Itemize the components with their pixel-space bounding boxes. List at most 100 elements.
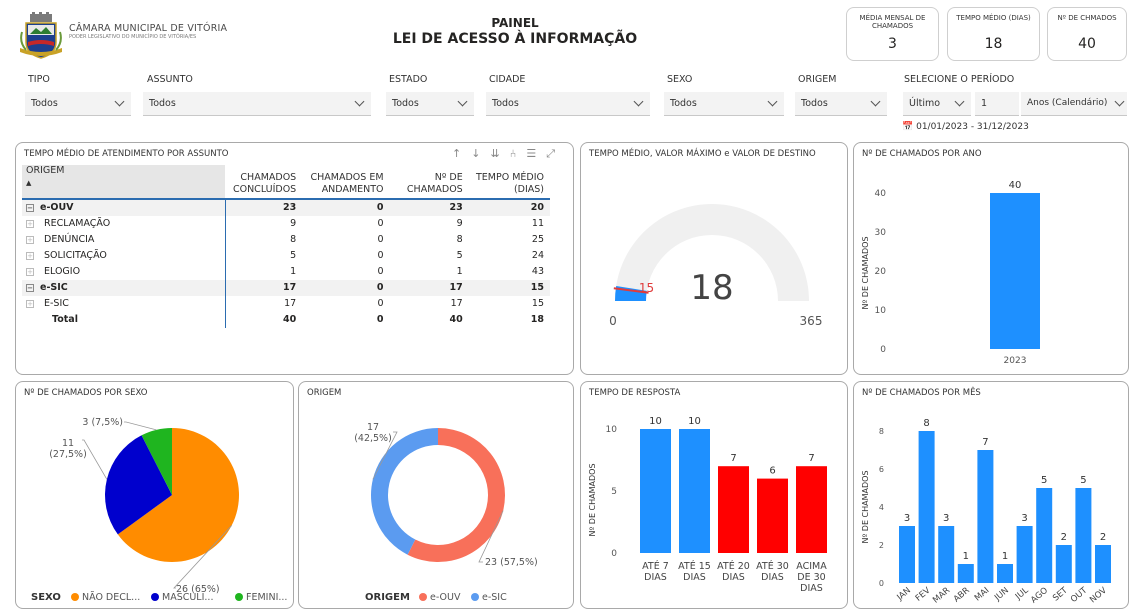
expand-icon[interactable]: + [26, 235, 34, 244]
expand-icon[interactable]: + [26, 299, 34, 308]
collapse-icon[interactable]: − [26, 283, 34, 292]
table-header-row: ORIGEM ▲ CHAMADOS CONCLUÍDOS CHAMADOS EM … [22, 165, 550, 199]
table-cell: 0 [377, 234, 384, 245]
kpi-card-tempo-medio: TEMPO MÉDIO (DIAS) 18 [947, 7, 1040, 61]
bar [640, 429, 671, 553]
filter-select-assunto[interactable]: Todos [143, 92, 371, 116]
x-tick-label: ABR [952, 586, 972, 605]
filter-select-tipo[interactable]: Todos [25, 92, 131, 116]
x-tick-label: ATÉ 30 [756, 560, 789, 572]
period-relative-select[interactable]: Último [903, 92, 971, 116]
table-cell: 43 [531, 266, 544, 277]
bar [899, 526, 915, 583]
y-tick-label: 10 [875, 306, 887, 316]
table-cell: 0 [377, 298, 384, 309]
bar [1095, 545, 1111, 583]
period-unit-select[interactable]: Anos (Calendário) [1021, 92, 1127, 116]
x-tick-label: NOV [1088, 586, 1109, 606]
filter-icon[interactable]: ☰ [526, 147, 546, 160]
sexo-chart-title: Nº DE CHAMADOS POR SEXO [24, 388, 148, 398]
x-tick-label: DIAS [683, 572, 706, 583]
sexo-pie-chart: 26 (65%)11(27,5%)3 (7,5%)SEXO NÃO DECL...… [31, 417, 287, 603]
kpi-label: MÉDIA MENSAL DE CHAMADOS [859, 14, 926, 30]
legend-item: e-OUV [430, 592, 461, 603]
bar [918, 431, 935, 583]
row-label: Total [52, 314, 78, 325]
period-count-input[interactable]: 1 [975, 92, 1019, 116]
column-header[interactable]: CHAMADOS EM ANDAMENTO [302, 165, 389, 199]
x-tick-label: DIAS [722, 572, 745, 583]
column-header[interactable]: Nº DE CHAMADOS [390, 165, 469, 199]
filter-select-origem[interactable]: Todos [795, 92, 887, 116]
bar-value-label: 10 [649, 416, 662, 427]
y-tick-label: 0 [880, 345, 886, 355]
filter-select-cidade[interactable]: Todos [486, 92, 650, 116]
row-label-cell: + DENÚNCIA [22, 232, 226, 248]
focus-mode-icon[interactable]: ⤢ [546, 147, 565, 160]
table-cell: 0 [376, 314, 384, 325]
chevron-down-icon [954, 96, 965, 107]
gauge-target-label: 15 [639, 281, 654, 295]
filter-label-assunto: ASSUNTO [147, 74, 193, 85]
column-header[interactable]: TEMPO MÉDIO (DIAS) [469, 165, 550, 199]
table-cell: 1 [456, 266, 463, 277]
table-cell: 23 [225, 199, 303, 216]
slice-label: 23 (57,5%) [485, 557, 538, 568]
x-tick-label: JUN [992, 586, 1011, 604]
expand-all-icon[interactable]: ⇊ [490, 147, 509, 160]
row-label-cell: Total [22, 312, 226, 328]
table-row: − e-SIC 17 0 17 15 [22, 280, 550, 296]
column-header[interactable]: CHAMADOS CONCLUÍDOS [225, 165, 302, 199]
row-label: DENÚNCIA [44, 234, 95, 245]
y-tick-label: 30 [875, 228, 887, 238]
bar-value-label: 7 [982, 437, 988, 448]
visual-toolbar: ↑↓⇊⑃☰⤢ [452, 147, 565, 161]
table-cell: 24 [531, 250, 544, 261]
legend-title: SEXO [31, 592, 61, 603]
bar-value-label: 3 [1021, 513, 1027, 524]
bar [679, 429, 710, 553]
expand-icon[interactable]: + [26, 219, 34, 228]
expand-icon[interactable]: + [26, 251, 34, 260]
table-cell: 11 [531, 218, 544, 229]
row-label: E-SIC [44, 298, 69, 309]
filter-select-estado[interactable]: Todos [386, 92, 474, 116]
sort-up-icon[interactable]: ↑ [452, 147, 471, 160]
bar-value-label: 7 [808, 453, 814, 464]
filter-label-tipo: TIPO [28, 74, 50, 85]
table-cell: 17 [225, 280, 303, 296]
table-cell: 23 [389, 199, 469, 216]
table-cell: 17 [450, 298, 463, 309]
slice-label: 17 [367, 422, 379, 433]
bar-value-label: 1 [963, 551, 969, 562]
table-cell: 5 [290, 250, 297, 261]
sexo-chart-panel: Nº DE CHAMADOS POR SEXO 26 (65%) 11 (27,5%… [15, 381, 294, 609]
chevron-down-icon [1114, 96, 1125, 107]
x-tick-label: 2023 [1004, 356, 1027, 366]
date-range-text: 01/01/2023 - 31/12/2023 [916, 122, 1029, 132]
table-cell: 15 [468, 280, 550, 296]
slice-label: (27,5%) [49, 449, 87, 460]
filter-select-sexo[interactable]: Todos [664, 92, 784, 116]
x-tick-label: ACIMA [796, 561, 827, 572]
kpi-value: 40 [1078, 36, 1096, 52]
table-cell: 0 [377, 218, 384, 229]
data-table: ORIGEM ▲ CHAMADOS CONCLUÍDOS CHAMADOS EM … [22, 165, 550, 328]
leader-line [124, 421, 157, 431]
bar-value-label: 8 [923, 418, 929, 429]
expand-icon[interactable]: + [26, 267, 34, 276]
row-label-cell: + ELOGIO [22, 264, 226, 280]
column-header[interactable]: ORIGEM ▲ [22, 165, 226, 199]
sort-down-icon[interactable]: ↓ [471, 147, 490, 160]
drill-icon[interactable]: ⑃ [510, 147, 527, 160]
legend-marker [419, 593, 427, 601]
gauge-max-label: 365 [800, 314, 823, 328]
collapse-icon[interactable]: − [26, 203, 34, 212]
row-label: e-OUV [40, 202, 74, 213]
filter-label-cidade: CIDADE [489, 74, 526, 85]
y-tick-label: 6 [879, 465, 884, 474]
legend-marker [471, 593, 479, 601]
x-tick-label: MAI [973, 586, 991, 604]
org-name: CÂMARA MUNICIPAL DE VITÓRIA [69, 23, 228, 34]
filter-label-sexo: SEXO [667, 74, 693, 85]
